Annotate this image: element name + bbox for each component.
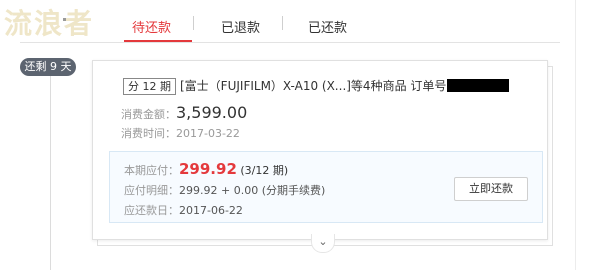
amount-row: 消费金额：3,599.00 <box>121 103 247 122</box>
tab-separator <box>193 16 194 30</box>
pay-now-button[interactable]: 立即还款 <box>454 177 528 201</box>
current-bill-panel: 本期应付：299.92 (3/12 期) 应付明细：299.92 + 0.00 … <box>109 151 543 223</box>
time-value: 2017-03-22 <box>176 127 240 140</box>
chevron-down-icon: ⌄ <box>318 235 328 248</box>
timeline-line <box>50 70 51 270</box>
order-title-text: [富士（FUJIFILM）X-A10 (X...]等4种商品 订单号 <box>180 79 447 93</box>
due-label: 本期应付： <box>124 164 179 177</box>
due-date-value: 2017-06-22 <box>179 204 243 217</box>
detail-row: 应付明细：299.92 + 0.00 (分期手续费) <box>124 182 325 198</box>
detail-label: 应付明细： <box>124 184 179 197</box>
tab-separator <box>282 16 283 30</box>
due-date-label: 应还款日： <box>124 204 179 217</box>
due-date-row: 应还款日：2017-06-22 <box>124 202 243 218</box>
expand-button[interactable]: ⌄ <box>311 234 335 253</box>
amount-value: 3,599.00 <box>176 103 248 122</box>
time-label: 消费时间： <box>121 127 176 140</box>
tab-bar: 待还款 已退款 已还款 <box>0 0 560 44</box>
amount-label: 消费金额： <box>121 108 176 121</box>
due-amount: 299.92 <box>179 160 237 178</box>
detail-value: 299.92 + 0.00 (分期手续费) <box>179 184 326 197</box>
panel-border <box>575 0 576 270</box>
days-remaining-badge: 还剩 9 天 <box>20 58 76 76</box>
tab-refunded[interactable]: 已退款 <box>221 17 260 36</box>
order-title[interactable]: 分 12 期 [富士（FUJIFILM）X-A10 (X...]等4种商品 订单号 <box>123 77 510 95</box>
due-row: 本期应付：299.92 (3/12 期) <box>124 160 288 178</box>
due-period: (3/12 期) <box>240 164 289 177</box>
tab-repaid[interactable]: 已还款 <box>308 17 347 36</box>
installment-card: 分 12 期 [富士（FUJIFILM）X-A10 (X...]等4种商品 订单号… <box>92 60 548 240</box>
redacted-order-number <box>447 79 510 92</box>
time-row: 消费时间：2017-03-22 <box>121 125 240 141</box>
installment-period-tag: 分 12 期 <box>123 78 176 95</box>
tab-pending-repayment[interactable]: 待还款 <box>132 17 171 36</box>
tab-divider <box>20 42 560 43</box>
tab-bullet <box>63 18 66 21</box>
